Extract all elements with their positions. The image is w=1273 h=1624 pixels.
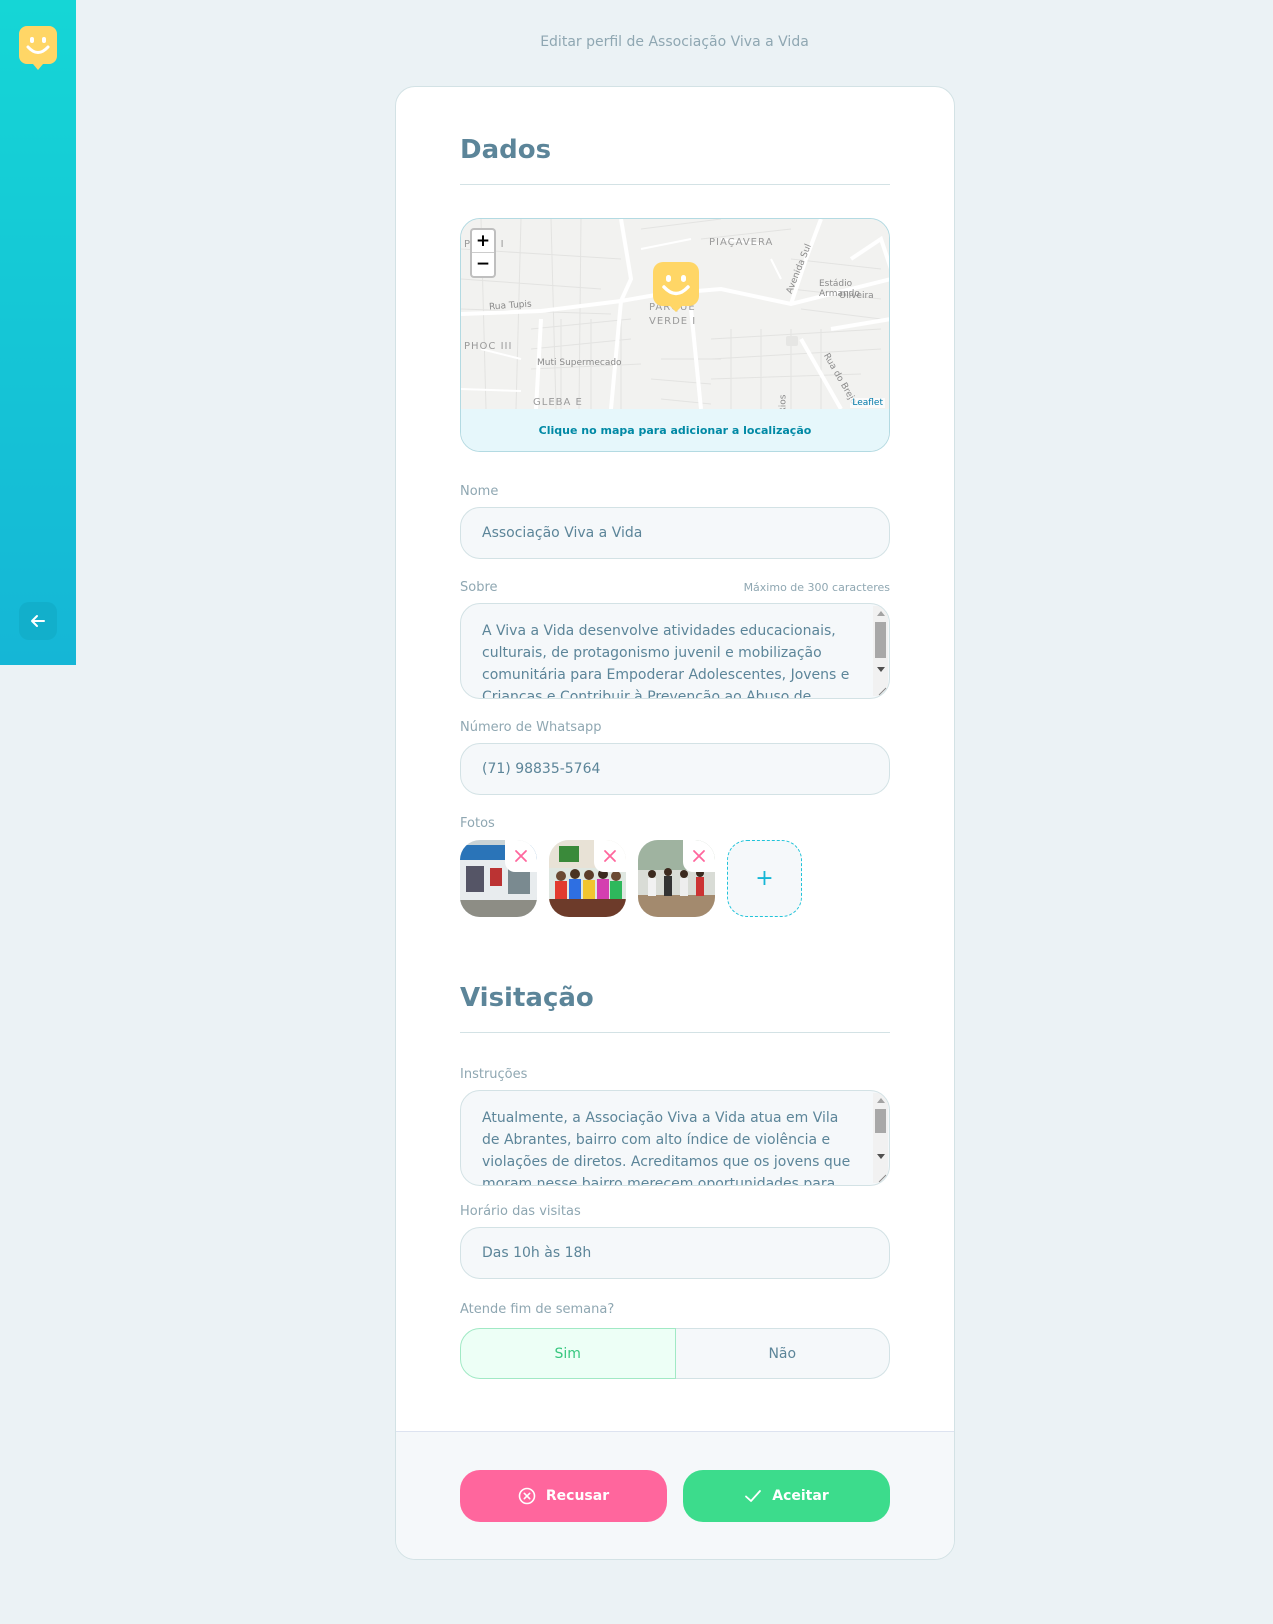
reject-label: Recusar <box>545 1488 610 1504</box>
accept-label: Aceitar <box>772 1488 829 1504</box>
instructions-textarea[interactable]: Atualmente, a Associação Viva a Vida atu… <box>460 1090 890 1186</box>
weekends-yes-button[interactable]: Sim <box>460 1328 676 1379</box>
add-photo-button[interactable]: + <box>727 840 802 917</box>
map-label: PIAÇAVERA <box>709 237 774 248</box>
close-icon <box>604 850 616 862</box>
section-divider <box>460 184 890 185</box>
plus-icon: + <box>755 866 774 891</box>
zoom-in-button[interactable]: + <box>472 230 494 253</box>
scroll-thumb[interactable] <box>875 1109 886 1133</box>
form-actions: Recusar Aceitar <box>396 1431 954 1559</box>
resize-handle-icon[interactable] <box>877 686 887 696</box>
map-label: GLEBA E <box>533 397 583 408</box>
x-circle-icon <box>518 1487 536 1505</box>
about-max-chars-hint: Máximo de 300 caracteres <box>743 581 890 594</box>
hours-label: Horário das visitas <box>460 1204 581 1219</box>
arrow-left-icon <box>31 615 45 627</box>
instructions-label: Instruções <box>460 1067 528 1082</box>
remove-photo-button[interactable] <box>505 840 537 872</box>
remove-photo-button[interactable] <box>683 840 715 872</box>
edit-form-card: Dados I PIAÇAVERA VERDE I PHOC III GLEBA… <box>395 86 955 1560</box>
scroll-down-icon[interactable] <box>877 1154 885 1159</box>
section-title-dados: Dados <box>460 135 552 165</box>
name-input[interactable]: Associação Viva a Vida <box>460 507 890 559</box>
page-title: Editar perfil de Associação Viva a Vida <box>540 34 809 50</box>
close-icon <box>693 850 705 862</box>
photo-thumbnail <box>638 840 715 917</box>
location-map[interactable]: PHOC I PIAÇAVERA PARQUE VERDE I PHOC III… <box>460 218 890 452</box>
close-icon <box>515 850 527 862</box>
about-text: A Viva a Vida desenvolve atividades educ… <box>482 623 850 699</box>
weekends-no-button[interactable]: Não <box>675 1328 890 1379</box>
accept-button[interactable]: Aceitar <box>683 1470 890 1522</box>
remove-photo-button[interactable] <box>594 840 626 872</box>
zoom-out-button[interactable]: − <box>472 253 494 276</box>
map-instruction: Clique no mapa para adicionar a localiza… <box>461 409 889 451</box>
scroll-thumb[interactable] <box>875 622 886 658</box>
leaflet-attribution-link[interactable]: Leaflet <box>850 398 885 408</box>
name-label: Nome <box>460 484 499 499</box>
map-label: PHOC III <box>464 341 513 352</box>
instructions-text: Atualmente, a Associação Viva a Vida atu… <box>482 1110 851 1186</box>
about-scrollbar[interactable] <box>873 606 888 696</box>
map-zoom-control: + − <box>470 228 496 278</box>
scroll-up-icon[interactable] <box>877 1098 885 1103</box>
map-marker-icon[interactable] <box>653 262 699 312</box>
section-divider <box>460 1032 890 1033</box>
scroll-down-icon[interactable] <box>877 667 885 672</box>
photo-thumbnail <box>549 840 626 917</box>
scroll-up-icon[interactable] <box>877 611 885 616</box>
reject-button[interactable]: Recusar <box>460 1470 667 1522</box>
sidebar <box>0 0 76 665</box>
whatsapp-label: Número de Whatsapp <box>460 720 602 735</box>
resize-handle-icon[interactable] <box>877 1173 887 1183</box>
photos-label: Fotos <box>460 816 495 831</box>
map-label: Oliveira <box>839 291 874 301</box>
photo-thumbnail <box>460 840 537 917</box>
check-icon <box>745 1490 762 1502</box>
weekends-toggle: Sim Não <box>460 1328 890 1379</box>
map-label: VERDE I <box>649 316 697 327</box>
photos-list: + <box>460 840 802 918</box>
hours-input[interactable]: Das 10h às 18h <box>460 1227 890 1279</box>
about-label: Sobre <box>460 580 498 595</box>
instructions-scrollbar[interactable] <box>873 1093 888 1183</box>
section-title-visitacao: Visitação <box>460 983 594 1013</box>
whatsapp-input[interactable]: (71) 98835-5764 <box>460 743 890 795</box>
map-label: Muti Supermecado <box>537 358 622 368</box>
weekends-label: Atende fim de semana? <box>460 1302 615 1317</box>
back-button[interactable] <box>19 602 57 640</box>
about-textarea[interactable]: A Viva a Vida desenvolve atividades educ… <box>460 603 890 699</box>
